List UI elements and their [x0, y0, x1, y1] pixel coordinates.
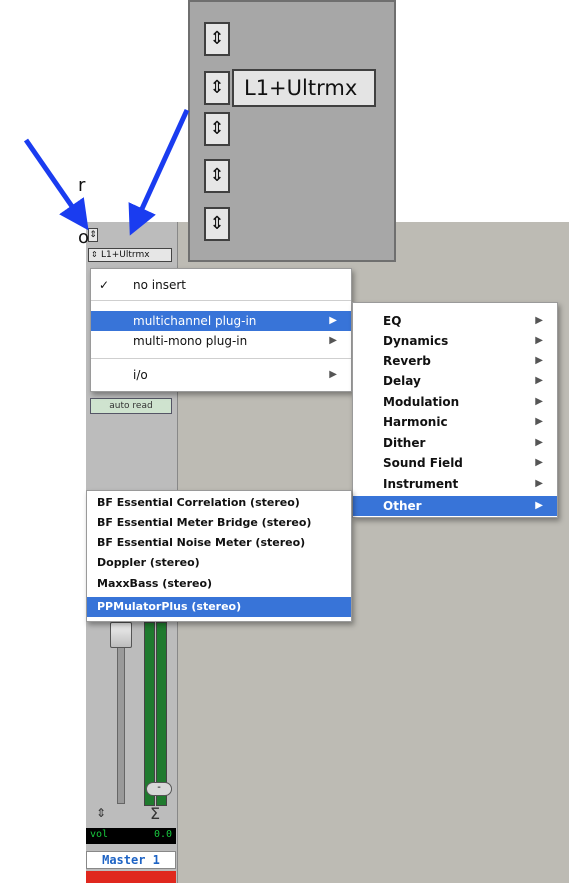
slot-arrows-icon: ⇕ [209, 28, 225, 49]
category-eq[interactable]: EQ ▶ [353, 311, 557, 331]
menu-item-multichannel[interactable]: multichannel plug-in ▶ [91, 311, 351, 331]
checkmark-icon: ✓ [99, 278, 110, 292]
submenu-arrow-icon: ▶ [535, 437, 543, 448]
category-other[interactable]: Other ▶ [353, 496, 557, 516]
menu-item-label: Other [383, 499, 422, 513]
submenu-arrow-icon: ▶ [329, 369, 337, 380]
menu-item-label: BF Essential Meter Bridge (stereo) [97, 516, 312, 529]
menu-item-multi-mono[interactable]: multi-mono plug-in ▶ [91, 331, 351, 351]
menu-item-label: Reverb [383, 354, 431, 368]
volume-display: vol 0.0 [86, 828, 176, 844]
volume-value: 0.0 [153, 829, 172, 840]
menu-item-label: Instrument [383, 477, 459, 491]
track-name-button[interactable]: Master 1 [86, 851, 176, 869]
plugin-category-submenu: EQ ▶ Dynamics ▶ Reverb ▶ Delay ▶ Modulation ▶… [352, 302, 558, 518]
plugin-maxxbass[interactable]: MaxxBass (stereo) [87, 574, 351, 594]
plugin-list-submenu: BF Essential Correlation (stereo) BF Ess… [86, 490, 352, 622]
track-color-bar [86, 871, 176, 883]
menu-item-label: EQ [383, 314, 402, 328]
category-delay[interactable]: Delay ▶ [353, 371, 557, 391]
category-instrument[interactable]: Instrument ▶ [353, 474, 557, 494]
category-modulation[interactable]: Modulation ▶ [353, 392, 557, 412]
insert-plugin-name: L1+Ultrmx [101, 250, 150, 260]
pan-arrows-icon[interactable]: ⇕ [96, 806, 106, 820]
volume-fader-handle[interactable] [110, 622, 132, 648]
menu-item-label: no insert [133, 278, 186, 292]
submenu-arrow-icon: ▶ [535, 457, 543, 468]
menu-item-label: Harmonic [383, 415, 448, 429]
menu-item-label: Dither [383, 436, 426, 450]
menu-item-label: PPMulatorPlus (stereo) [97, 600, 242, 613]
insert-slot-b[interactable]: ⇕ L1+Ultrmx [88, 248, 172, 262]
category-reverb[interactable]: Reverb ▶ [353, 351, 557, 371]
volume-fader-track[interactable] [117, 632, 125, 804]
submenu-arrow-icon: ▶ [535, 396, 543, 407]
zoomed-insert-inset: ⇕ ⇕ L1+Ultrmx ⇕ ⇕ ⇕ [188, 0, 396, 262]
plugin-ppmulatorplus[interactable]: PPMulatorPlus (stereo) [87, 597, 351, 617]
menu-separator [91, 300, 351, 301]
menu-item-label: MaxxBass (stereo) [97, 577, 213, 590]
submenu-arrow-icon: ▶ [535, 416, 543, 427]
submenu-arrow-icon: ▶ [535, 500, 543, 511]
menu-item-label: multichannel plug-in [133, 314, 257, 328]
group-indicator-button[interactable]: - [146, 782, 172, 796]
menu-item-label: BF Essential Noise Meter (stereo) [97, 536, 306, 549]
submenu-arrow-icon: ▶ [535, 375, 543, 386]
zoom-slot-5[interactable]: ⇕ [204, 207, 230, 241]
plugin-bf-noise-meter[interactable]: BF Essential Noise Meter (stereo) [87, 533, 351, 553]
category-sound-field[interactable]: Sound Field ▶ [353, 453, 557, 473]
menu-item-label: BF Essential Correlation (stereo) [97, 496, 300, 509]
menu-item-label: Dynamics [383, 334, 449, 348]
zoom-slot-3[interactable]: ⇕ [204, 112, 230, 146]
submenu-arrow-icon: ▶ [329, 335, 337, 346]
arrow-to-insert [128, 108, 190, 236]
plugin-bf-meter-bridge[interactable]: BF Essential Meter Bridge (stereo) [87, 513, 351, 533]
slot-arrows-icon: ⇕ [209, 213, 225, 234]
category-harmonic[interactable]: Harmonic ▶ [353, 412, 557, 432]
slot-arrows-icon: ⇕ [209, 77, 225, 98]
automation-mode-button[interactable]: auto read [90, 398, 172, 414]
submenu-arrow-icon: ▶ [535, 478, 543, 489]
menu-item-label: Modulation [383, 395, 460, 409]
zoom-slot-1[interactable]: ⇕ [204, 22, 230, 56]
menu-item-label: Doppler (stereo) [97, 556, 200, 569]
zoom-slot-2[interactable]: ⇕ [204, 71, 230, 105]
zoom-slot-4[interactable]: ⇕ [204, 159, 230, 193]
cropped-text-1: r [78, 175, 86, 196]
insert-popup-menu: ✓ no insert multichannel plug-in ▶ multi… [90, 268, 352, 392]
submenu-arrow-icon: ▶ [535, 335, 543, 346]
category-dither[interactable]: Dither ▶ [353, 433, 557, 453]
arrow-to-slot [23, 138, 89, 231]
zoom-insert-plugin-name[interactable]: L1+Ultrmx [232, 69, 376, 107]
insert-slot-a[interactable]: ⇕ [88, 228, 98, 242]
slot-arrows-icon: ⇕ [209, 118, 225, 139]
slot-arrows-icon: ⇕ [91, 250, 98, 259]
menu-item-no-insert[interactable]: ✓ no insert [91, 275, 351, 295]
menu-item-label: multi-mono plug-in [133, 334, 248, 348]
slot-arrows-icon: ⇕ [89, 230, 97, 240]
menu-item-label: i/o [133, 368, 148, 382]
submenu-arrow-icon: ▶ [535, 355, 543, 366]
cropped-text-2: o [78, 227, 90, 248]
slot-arrows-icon: ⇕ [209, 165, 225, 186]
level-meter-left [144, 622, 155, 806]
volume-label: vol [90, 829, 109, 840]
menu-item-label: Sound Field [383, 456, 463, 470]
menu-item-io[interactable]: i/o ▶ [91, 365, 351, 385]
sum-icon: Σ [150, 804, 161, 823]
submenu-arrow-icon: ▶ [329, 315, 337, 326]
plugin-doppler[interactable]: Doppler (stereo) [87, 553, 351, 573]
level-meter-right [156, 622, 167, 806]
submenu-arrow-icon: ▶ [535, 315, 543, 326]
menu-item-label: Delay [383, 374, 421, 388]
menu-separator [91, 358, 351, 359]
category-dynamics[interactable]: Dynamics ▶ [353, 331, 557, 351]
plugin-bf-correlation[interactable]: BF Essential Correlation (stereo) [87, 493, 351, 513]
